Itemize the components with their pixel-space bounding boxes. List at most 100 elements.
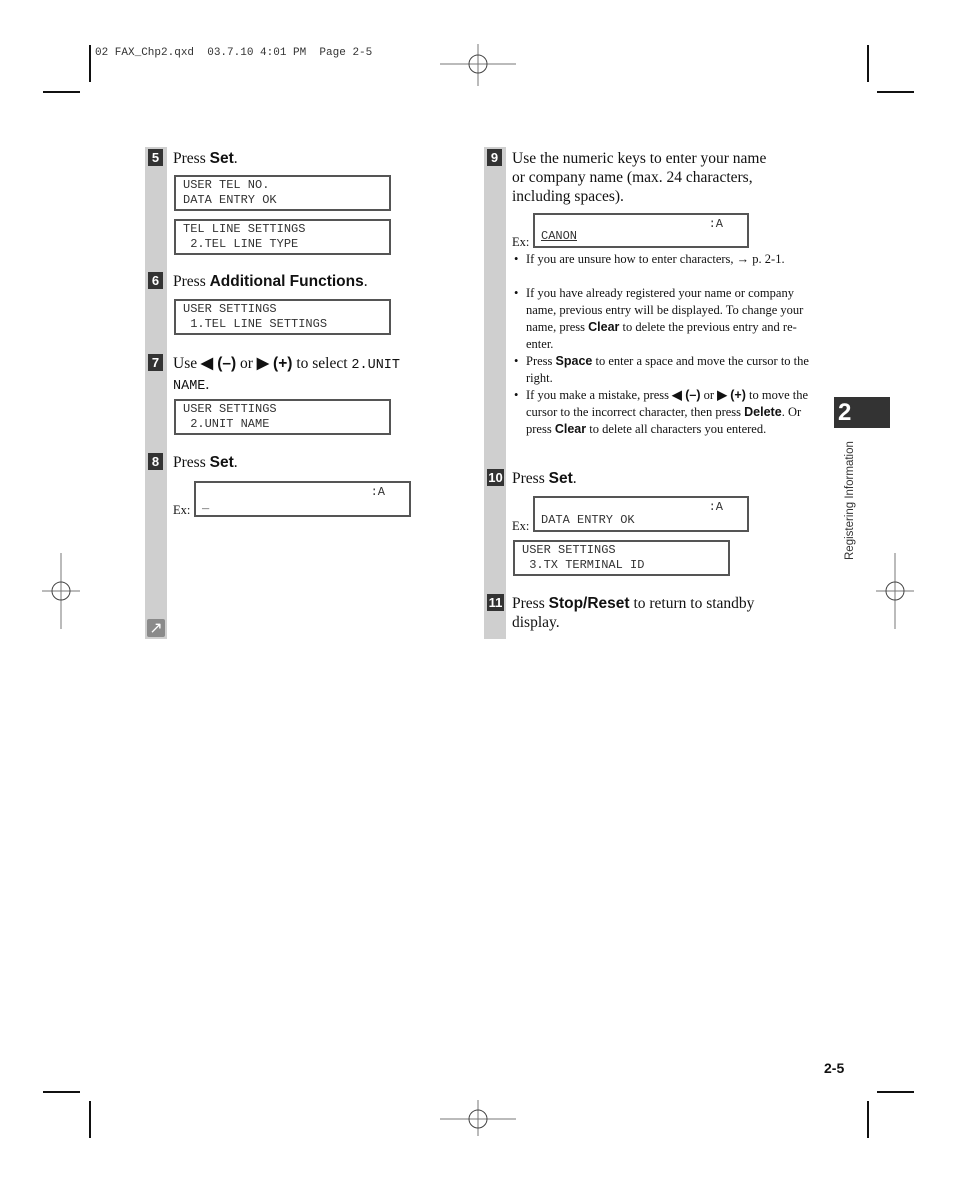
lcd-display: :A CANON (533, 213, 749, 248)
step-7-instruction: Use ◀ (–) or ▶ (+) to select 2.UNIT NAME. (173, 354, 448, 396)
text: . (363, 273, 368, 290)
text-line: or company name (max. 24 characters, (512, 169, 753, 186)
lcd-line-1: USER TEL NO. (183, 178, 270, 192)
page-number: 2-5 (824, 1060, 845, 1076)
lcd-display: USER SETTINGS 3.TX TERMINAL ID (513, 540, 730, 576)
text: to return to standby (629, 595, 755, 612)
step-8-instruction: Press Set. (173, 453, 238, 472)
text: to select (292, 355, 352, 372)
bullet-item: • Press Space to enter a space and move t… (514, 353, 816, 387)
lcd-entry: CANON (541, 229, 578, 243)
bullet-icon: • (514, 388, 519, 402)
lcd-line-2: 3.TX TERMINAL ID (522, 558, 645, 572)
bullet-icon: • (514, 286, 519, 300)
key-right-plus: ▶ (+) (256, 355, 293, 372)
lcd-mode: :A (708, 217, 723, 231)
step-bar-left (145, 147, 167, 639)
text: display. (512, 614, 560, 631)
text: . (205, 376, 210, 393)
lcd-display: USER SETTINGS 2.UNIT NAME (174, 399, 391, 435)
lcd-line-2: 1.TEL LINE SETTINGS (183, 317, 328, 331)
step-number: 9 (487, 149, 502, 166)
crop-mark (89, 1101, 91, 1138)
text: or (700, 388, 718, 402)
text: Press (526, 354, 556, 368)
key-left-minus: ◀ (–) (672, 388, 701, 402)
step-10-instruction: Press Set. (512, 469, 577, 488)
lcd-line-2: 2.UNIT NAME (183, 417, 270, 431)
text: Use (173, 355, 201, 372)
lcd-display: :A DATA ENTRY OK (533, 496, 749, 532)
crop-mark (89, 45, 91, 82)
text: Press (173, 150, 210, 167)
text: . (233, 150, 238, 167)
step-9-instruction: Use the numeric keys to enter your name … (512, 149, 812, 206)
registration-mark-icon (876, 553, 914, 629)
step-11-instruction: Press Stop/Reset to return to standby dis… (512, 594, 812, 632)
lcd-status: DATA ENTRY OK (541, 513, 635, 527)
text: If you make a mistake, press (526, 388, 673, 402)
menu-code: NAME (173, 379, 206, 394)
text: Press (512, 470, 549, 487)
lcd-line-2: DATA ENTRY OK (183, 193, 277, 207)
lcd-line-1: TEL LINE SETTINGS (183, 222, 306, 236)
key-right-plus: ▶ (+) (717, 388, 746, 402)
key-set: Set (209, 150, 234, 167)
lcd-display: TEL LINE SETTINGS 2.TEL LINE TYPE (174, 219, 391, 255)
step-number: 10 (487, 469, 504, 486)
step-5-instruction: Press Set. (173, 149, 238, 168)
example-label: Ex: (173, 503, 191, 517)
lcd-line-2: 2.TEL LINE TYPE (183, 237, 299, 251)
registration-mark-icon (42, 553, 80, 629)
chapter-tab: 2 (834, 397, 890, 428)
key-left-minus: ◀ (–) (200, 355, 237, 372)
lcd-line-1: USER SETTINGS (183, 402, 277, 416)
key-stop-reset: Stop/Reset (548, 595, 630, 612)
key-set: Set (209, 454, 234, 471)
lcd-line-1: USER SETTINGS (183, 302, 277, 316)
key-clear: Clear (588, 320, 620, 334)
bullet-item: • If you have already registered your nam… (514, 285, 816, 353)
text: or (236, 355, 257, 372)
crop-mark (877, 1091, 914, 1093)
bullet-item: • If you make a mistake, press ◀ (–) or ▶… (514, 387, 816, 438)
continue-arrow-icon: ↗ (147, 619, 165, 637)
text: Press (173, 454, 210, 471)
crop-mark (877, 91, 914, 93)
key-clear: Clear (554, 422, 587, 436)
text: Press (173, 273, 210, 290)
key-delete: Delete (744, 405, 782, 419)
key-space: Space (555, 354, 593, 368)
step-6-instruction: Press Additional Functions. (173, 272, 368, 291)
step-bar-right (484, 147, 506, 639)
text-line: Use the numeric keys to enter your name (512, 150, 767, 167)
text-line: including spaces). (512, 188, 624, 205)
lcd-mode: :A (370, 485, 385, 499)
crop-mark (867, 1101, 869, 1138)
step-number: 6 (148, 272, 163, 289)
bullet-item: • If you are unsure how to enter characte… (514, 251, 816, 268)
crop-mark (867, 45, 869, 82)
key-set: Set (548, 470, 573, 487)
text: to delete all characters you entered. (586, 422, 767, 436)
step-number: 11 (487, 594, 504, 611)
lcd-cursor: _ (202, 498, 210, 512)
crop-mark (43, 91, 80, 93)
menu-code: 2.UNIT (351, 358, 401, 373)
registration-mark-icon (440, 1100, 516, 1136)
key-additional-functions: Additional Functions (209, 273, 364, 290)
text: . (572, 470, 577, 487)
example-label: Ex: (512, 519, 530, 533)
step-number: 8 (148, 453, 163, 470)
lcd-mode: :A (708, 500, 723, 514)
lcd-line-1: USER SETTINGS (522, 543, 616, 557)
crop-mark (43, 1091, 80, 1093)
slug-line: 02 FAX_Chp2.qxd 03.7.10 4:01 PM Page 2-5 (95, 47, 373, 59)
lcd-display: :A _ (194, 481, 411, 517)
step-number: 5 (148, 149, 163, 166)
text: If you are unsure how to enter character… (526, 252, 785, 266)
lcd-display: USER TEL NO. DATA ENTRY OK (174, 175, 391, 211)
text: . (233, 454, 238, 471)
text: Press (512, 595, 549, 612)
bullet-icon: • (514, 252, 519, 266)
